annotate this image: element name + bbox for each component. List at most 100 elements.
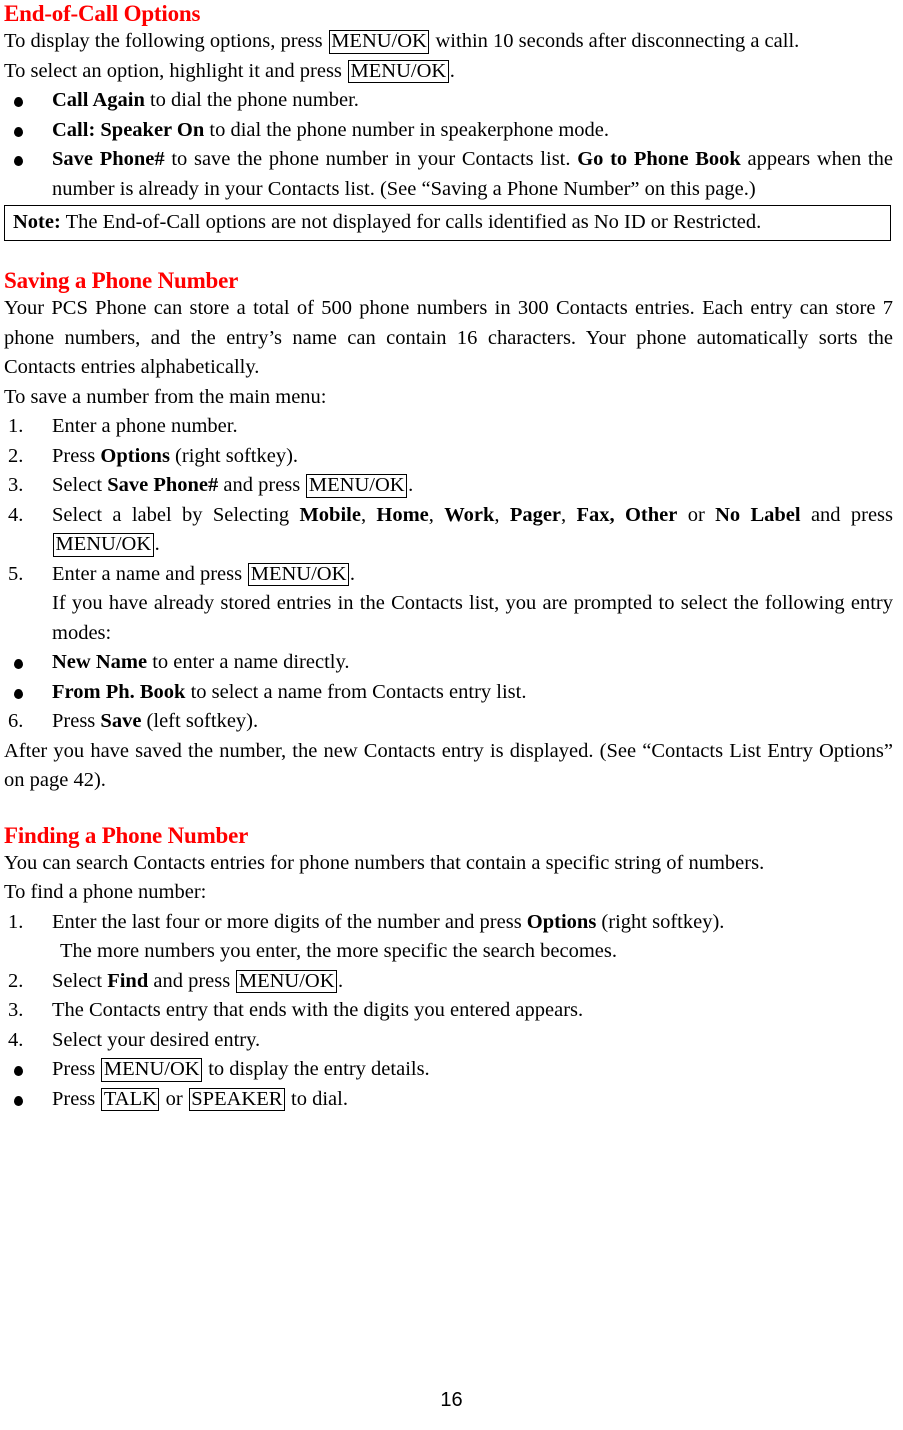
sep: , [360,503,377,526]
step-text-post: . [408,474,414,496]
step-text-post: (left softkey). [141,710,259,732]
intro2-text-b: . [449,59,455,82]
key-menu-ok: MENU/OK [248,562,349,586]
list-item: 4. Select your desired entry. [4,1026,893,1056]
step-number: 4. [8,503,24,526]
list-item: 3. The Contacts entry that ends with the … [4,996,893,1026]
step-text-post: (right softkey). [169,444,299,467]
step-text-pre: Select a label by Selecting [52,503,300,526]
intro-text-a: To display the following options, press [4,30,328,52]
manual-page: End-of-Call Options To display the follo… [0,0,903,1430]
note-text: Note: The End-of-Call options are not di… [13,209,890,236]
step-text-post: . [349,562,356,585]
list-item: Call: Speaker On to dial the phone numbe… [4,116,893,146]
option-description: to dial the phone number. [144,89,359,111]
softkey-label-options: Options [526,910,597,933]
finding-steps-list: 1. Enter the last four or more digits of … [4,908,893,1056]
step-number: 3. [8,474,24,496]
step-conj: or [677,503,716,526]
bullet-icon [14,659,23,669]
saving-paragraph: Your PCS Phone can store a total of 500 … [4,297,893,378]
label-option-mobile: Mobile [299,503,361,526]
step-text-pre: Select [52,969,108,992]
note-box: Note: The End-of-Call options are not di… [4,205,891,241]
action-text-post: to dial. [285,1087,348,1110]
saving-lead-in: To save a number from the main menu: [4,385,327,408]
step-text: Enter a phone number. [52,415,238,437]
entry-mode-description: to enter a name directly. [147,651,350,673]
sep: , [494,503,510,526]
entry-mode-label-new-name: New Name [52,651,148,673]
list-item: 5. Enter a name and press MENU/OK. [4,560,893,590]
step-text-pre: Select [52,474,108,496]
label-option-fax-other: Fax, Other [576,503,678,526]
key-menu-ok: MENU/OK [53,533,154,557]
menu-label-find: Find [107,969,149,992]
step-text-post: (right softkey). [596,910,725,933]
list-item: Save Phone# to save the phone number in … [4,145,893,204]
step-number: 4. [8,1028,24,1051]
action-text-mid: or [160,1087,188,1110]
softkey-label-save: Save [100,710,142,732]
step-number: 1. [8,910,24,933]
list-item: From Ph. Book to select a name from Cont… [4,678,893,708]
key-speaker: SPEAKER [188,1087,285,1111]
list-item: Press TALK or SPEAKER to dial. [4,1085,893,1115]
list-item: 4. Select a label by Selecting Mobile, Ho… [4,501,893,560]
step-text-pre: Enter the last four or more digits of th… [52,910,527,933]
finding-lead-in: To find a phone number: [4,881,207,903]
action-text-post: to display the entry details. [203,1058,430,1080]
page-content: End-of-Call Options To display the follo… [4,0,893,1114]
list-item: 1. Enter the last four or more digits of … [4,908,893,938]
finding-actions-list: Press MENU/OK to display the entry detai… [4,1055,893,1114]
entry-mode-description: to select a name from Contacts entry lis… [185,680,527,703]
bullet-icon [14,97,23,107]
step-text-pre: Press [52,444,101,467]
end-of-call-options-list: Call Again to dial the phone number. Cal… [4,86,893,204]
step-text: Select your desired entry. [52,1028,261,1051]
step-number: 1. [8,415,24,437]
key-menu-ok: MENU/OK [101,1058,203,1082]
step-number: 5. [8,562,24,585]
label-option-work: Work [444,503,495,526]
page-number: 16 [440,1389,463,1411]
key-menu-ok: MENU/OK [328,30,430,54]
step-text-post: . [338,969,344,992]
option-description: to dial the phone number in speakerphone… [204,118,610,141]
bullet-icon [14,688,23,699]
section-heading-saving-a-phone-number: Saving a Phone Number [4,268,239,293]
end-of-call-intro-line-2: To select an option, highlight it and pr… [4,57,893,87]
step-text-pre: Enter a name and press [52,562,248,585]
step-text: The Contacts entry that ends with the di… [52,999,584,1021]
section-heading-finding-a-phone-number: Finding a Phone Number [4,822,249,848]
end-of-call-intro-line-1: To display the following options, press … [4,27,893,57]
action-text-pre: Press [52,1087,101,1110]
option-label: Call: Speaker On [52,118,205,141]
note-body: The End-of-Call options are not displaye… [60,211,762,233]
list-item: 2. Select Find and press MENU/OK. [4,967,893,997]
saving-closing-paragraph: After you have saved the number, the new… [4,739,893,792]
step-number: 2. [8,444,24,467]
key-menu-ok: MENU/OK [348,59,449,83]
action-text-pre: Press [52,1058,101,1080]
bullet-icon [14,156,23,166]
list-item: 2. Press Options (right softkey). [4,442,893,472]
step5-explanatory-note: If you have already stored entries in th… [52,592,893,644]
option-label-secondary: Go to Phone Book [577,148,741,170]
step-sub-note: The more numbers you enter, the more spe… [4,937,893,967]
step-text-mid: and press [800,503,893,526]
label-option-pager: Pager [509,503,562,526]
step-text-post: . [154,533,160,555]
intro2-text-a: To select an option, highlight it and pr… [4,59,348,82]
list-item: 3. Select Save Phone# and press MENU/OK. [4,471,893,501]
step-text-mid: and press [218,474,306,496]
menu-label-save-phone: Save Phone# [107,474,219,496]
option-label: Save Phone# [52,148,165,170]
sep: , [428,503,445,526]
step-text-pre: Press [52,710,101,732]
note-label: Note: [13,211,61,233]
step-number: 3. [8,999,24,1021]
intro-text-b: within 10 seconds after disconnecting a … [430,30,800,52]
